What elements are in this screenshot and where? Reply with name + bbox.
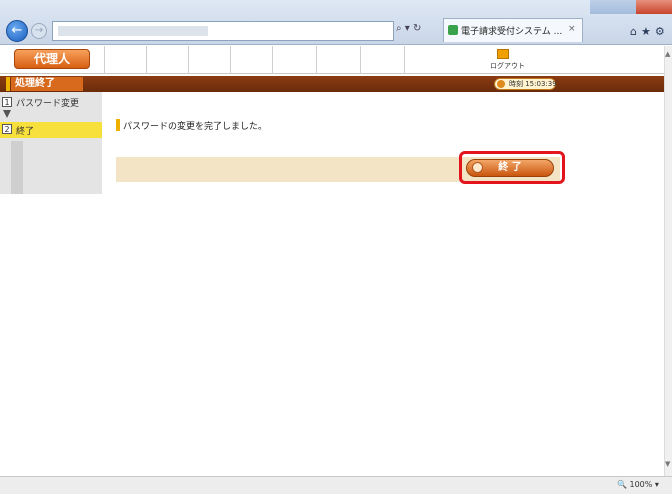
step-label-password-change: パスワード変更 — [16, 99, 80, 109]
status-bar — [0, 476, 672, 494]
completion-message: パスワードの変更を完了しました。 — [123, 122, 268, 132]
page-top-bar — [0, 46, 664, 74]
top-bar-cell — [360, 46, 405, 74]
forward-button[interactable]: → — [31, 23, 47, 39]
top-bar-cell — [230, 46, 273, 74]
top-bar-cell — [104, 46, 147, 74]
address-bar-icons[interactable]: ⌕ ▾ ↻ — [396, 23, 421, 34]
home-favorites-settings-icons[interactable]: ⌂★⚙ — [630, 25, 669, 38]
vertical-scrollbar[interactable] — [664, 46, 672, 476]
top-bar-cell — [146, 46, 189, 74]
title-accent — [6, 77, 10, 91]
tab-close-icon[interactable]: × — [568, 24, 576, 34]
zoom-control[interactable]: 🔍 100% ▾ — [617, 480, 659, 489]
step-number-badge: 1 — [2, 97, 12, 107]
top-bar-cell — [188, 46, 231, 74]
sidebar-stripe — [11, 141, 23, 194]
minimize-button[interactable] — [590, 0, 614, 14]
tab-title[interactable]: 電子請求受付システム ... — [461, 24, 562, 37]
highlight-box — [459, 151, 565, 184]
step-arrow-down-icon — [3, 110, 11, 118]
step-number-badge: 2 — [2, 124, 12, 134]
top-bar-cell — [316, 46, 361, 74]
address-url-redacted — [58, 26, 208, 36]
tab-favicon-icon — [448, 25, 458, 35]
step-label-finish: 終了 — [16, 127, 35, 137]
maximize-button[interactable] — [614, 0, 636, 14]
top-bar-cell — [404, 46, 406, 74]
title-bar — [0, 76, 664, 92]
page-title: 処理終了 — [11, 77, 83, 91]
window-controls — [590, 0, 672, 15]
top-bar-cell — [272, 46, 317, 74]
clock-icon — [497, 80, 505, 88]
agent-user-button[interactable]: 代理人 — [14, 49, 90, 69]
scroll-down-icon[interactable]: ▼ — [665, 460, 670, 468]
logout-icon[interactable] — [497, 49, 509, 59]
logout-link[interactable]: ログアウト — [490, 61, 525, 71]
message-accent — [116, 119, 120, 131]
close-window-button[interactable] — [636, 0, 672, 14]
back-button[interactable]: ← — [6, 20, 28, 42]
scroll-up-icon[interactable]: ▲ — [665, 50, 670, 58]
